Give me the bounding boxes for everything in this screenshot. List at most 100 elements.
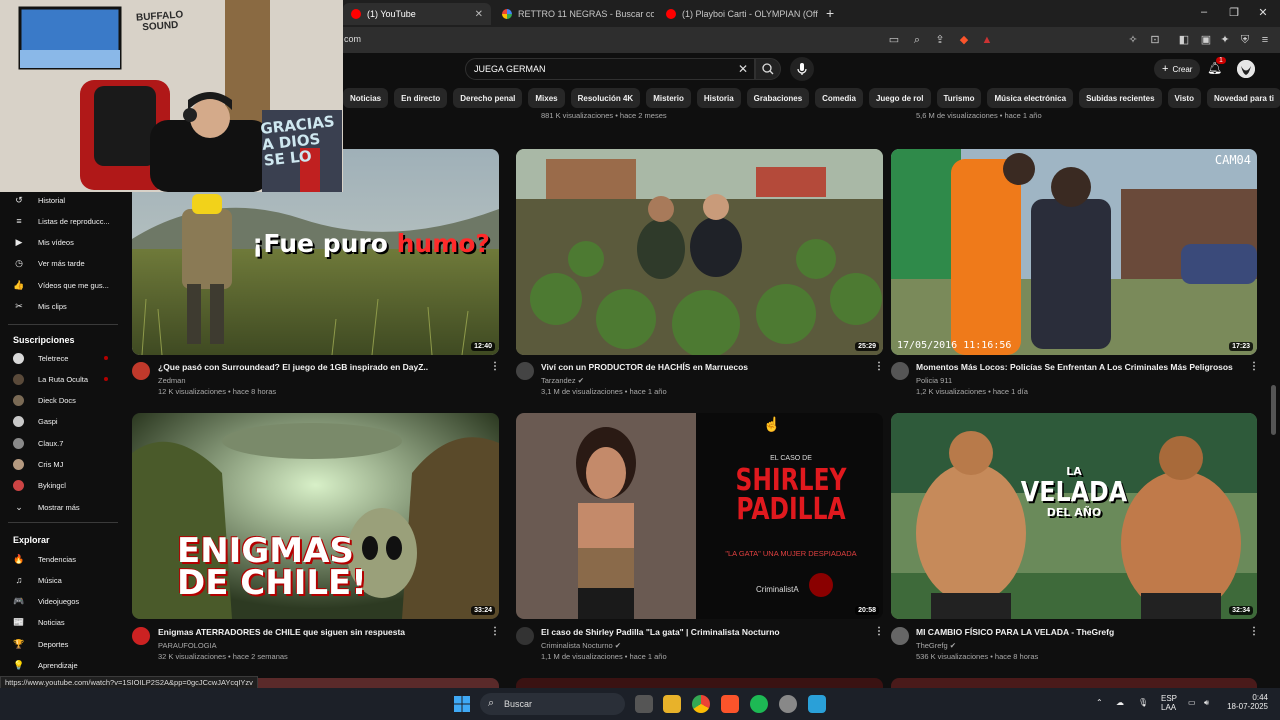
search-button[interactable] [755, 58, 781, 80]
more-options-icon[interactable]: ⋮ [874, 626, 884, 637]
channel-name[interactable]: TheGrefg ✔︎ [916, 641, 956, 650]
cloud-icon[interactable]: ☁ [1116, 698, 1124, 707]
voice-search-button[interactable] [790, 57, 814, 81]
volume-icon[interactable]: 🔊︎ [1204, 698, 1209, 708]
windows-start-icon[interactable] [454, 696, 470, 712]
video-thumbnail[interactable] [516, 678, 883, 688]
more-options-icon[interactable]: ⋮ [490, 361, 500, 372]
task-view-icon[interactable] [635, 695, 653, 713]
sidebar-item[interactable]: 👍 Vídeos que me gus... [0, 276, 120, 294]
chip-filter[interactable]: Historia [696, 88, 741, 108]
video-title[interactable]: El caso de Shirley Padilla "La gata" | C… [541, 627, 861, 637]
channel-avatar[interactable] [132, 362, 150, 380]
tab-youtube[interactable]: (1) YouTube ✕ [343, 3, 491, 25]
channel-name[interactable]: Policia 911 [916, 376, 952, 385]
channel-avatar[interactable] [891, 627, 909, 645]
brave-icon[interactable] [721, 695, 739, 713]
sidebar-item-subscription[interactable]: Teletrece [0, 349, 120, 367]
sidebar-item-subscription[interactable]: Gaspi [0, 413, 120, 431]
share-icon[interactable]: ⇪ [933, 33, 947, 47]
chip-filter[interactable]: Subidas recientes [1079, 88, 1162, 108]
wallet-icon[interactable]: ▣ [1199, 33, 1213, 47]
video-thumbnail[interactable]: LA VELADA DEL AÑO 32:34 [891, 413, 1257, 619]
channel-name[interactable]: Tarzandez ✔︎ [541, 376, 584, 385]
search-input[interactable] [474, 64, 724, 74]
more-options-icon[interactable]: ⋮ [874, 361, 884, 372]
video-title[interactable]: Enigmas ATERRADORES de CHILE que siguen … [158, 627, 478, 637]
sidebar-item-explore[interactable]: 💡 Aprendizaje [0, 657, 120, 675]
ai-icon[interactable]: ✦ [1218, 33, 1232, 47]
sidebar-item[interactable]: ✂ Mis clips [0, 298, 120, 316]
chip-filter[interactable]: Visto [1167, 88, 1201, 108]
chip-filter[interactable]: Comedia [815, 88, 863, 108]
create-button[interactable]: + Crear [1154, 59, 1201, 79]
more-options-icon[interactable]: ⋮ [1249, 626, 1259, 637]
sidebar-item[interactable]: ↺ Historial [0, 191, 120, 209]
maximize-icon[interactable]: ❐ [1227, 6, 1241, 19]
chip-filter[interactable]: Turismo [936, 88, 982, 108]
video-title[interactable]: Viví con un PRODUCTOR de HACHÍS en Marru… [541, 362, 861, 372]
sidebar-item[interactable]: ◷ Ver más tarde [0, 255, 120, 273]
vpn-icon[interactable]: ⛨ [1238, 33, 1252, 47]
video-thumbnail[interactable]: CAM04 17/05/2016 11:16:56 17:23 [891, 149, 1257, 355]
more-options-icon[interactable]: ⋮ [490, 626, 500, 637]
tab-playboi-carti[interactable]: (1) Playboi Carti - OLYMPIAN (Official [658, 3, 818, 25]
chip-filter[interactable]: Noticias [343, 88, 389, 108]
chip-filter[interactable]: Resolución 4K [570, 88, 641, 108]
sidebar-item-explore[interactable]: 🎮 Videojuegos [0, 593, 120, 611]
taskbar-search[interactable]: ⌕ Buscar [480, 693, 625, 715]
channel-name[interactable]: Zedman [158, 376, 186, 385]
video-thumbnail[interactable]: EL CASO DE SHIRLEY PADILLA "LA GATA" UNA… [516, 413, 883, 619]
sidebar-item-subscription[interactable]: Claux.7 [0, 434, 120, 452]
search-box[interactable]: ✕ [465, 58, 755, 80]
sidebar-toggle-icon[interactable]: ◧ [1177, 33, 1191, 47]
video-title[interactable]: MI CAMBIO FÍSICO PARA LA VELADA - TheGre… [916, 627, 1236, 637]
clear-search-icon[interactable]: ✕ [738, 62, 748, 76]
video-title[interactable]: ¿Que pasó con Surroundead? El juego de 1… [158, 362, 478, 372]
chip-filter[interactable]: Novedad para ti [1206, 88, 1280, 108]
sidebar-item-explore[interactable]: 📰 Noticias [0, 614, 120, 632]
channel-avatar[interactable] [516, 627, 534, 645]
sidebar-item-explore[interactable]: 🏆 Deportes [0, 635, 120, 653]
chrome-icon[interactable] [692, 695, 710, 713]
chip-filter[interactable]: Mixes [528, 88, 565, 108]
rewards-icon[interactable]: ▲ [980, 33, 994, 47]
install-icon[interactable]: ▭ [887, 33, 901, 47]
chip-filter[interactable]: Grabaciones [746, 88, 810, 108]
more-options-icon[interactable]: ⋮ [1249, 361, 1259, 372]
brave-shield-icon[interactable]: ◆ [957, 33, 971, 47]
video-thumbnail[interactable]: ENIGMAS DE CHILE! 33:24 [132, 413, 499, 619]
chip-filter[interactable]: Música electrónica [987, 88, 1074, 108]
chip-filter[interactable]: Juego de rol [868, 88, 931, 108]
sidebar-item-subscription[interactable]: Cris MJ [0, 456, 120, 474]
channel-avatar[interactable] [891, 362, 909, 380]
channel-avatar[interactable] [132, 627, 150, 645]
sidebar-item[interactable]: ≡ Listas de reproducc... [0, 212, 120, 230]
close-window-icon[interactable]: ✕ [1256, 6, 1270, 19]
screenshot-icon[interactable]: ⊡ [1148, 33, 1162, 47]
new-tab-button[interactable]: + [826, 5, 834, 21]
close-icon[interactable]: ✕ [475, 9, 483, 20]
channel-name[interactable]: Criminalista Nocturno ✔︎ [541, 641, 621, 650]
extensions-icon[interactable]: ✧ [1126, 33, 1140, 47]
tab-google-search[interactable]: RETTRO 11 NEGRAS - Buscar con Go [494, 3, 654, 25]
sidebar-item-explore[interactable]: ♫ Música [0, 571, 120, 589]
chip-filter[interactable]: Misterio [646, 88, 691, 108]
minimize-icon[interactable]: – [1197, 6, 1211, 18]
sidebar-item-subscription[interactable]: Bykingcl [0, 477, 120, 495]
language-indicator[interactable]: ESP LAA [1161, 694, 1177, 712]
video-title[interactable]: Momentos Más Locos: Policías Se Enfrenta… [916, 362, 1246, 372]
file-explorer-icon[interactable] [663, 695, 681, 713]
show-more-button[interactable]: ⌄ Mostrar más [0, 498, 120, 516]
chip-filter[interactable]: Derecho penal [453, 88, 523, 108]
steam-icon[interactable] [779, 695, 797, 713]
chevron-up-icon[interactable]: ⌃ [1096, 698, 1103, 707]
menu-icon[interactable]: ≡ [1258, 33, 1272, 47]
spotify-icon[interactable] [750, 695, 768, 713]
url-text[interactable]: com [344, 34, 361, 44]
zoom-icon[interactable]: ⌕ [910, 33, 924, 47]
sidebar-item[interactable]: ▶ Mis vídeos [0, 234, 120, 252]
channel-name[interactable]: PARAUFOLOGIA [158, 641, 217, 650]
network-icon[interactable]: ▭ [1188, 698, 1196, 707]
chip-filter[interactable]: En directo [394, 88, 448, 108]
